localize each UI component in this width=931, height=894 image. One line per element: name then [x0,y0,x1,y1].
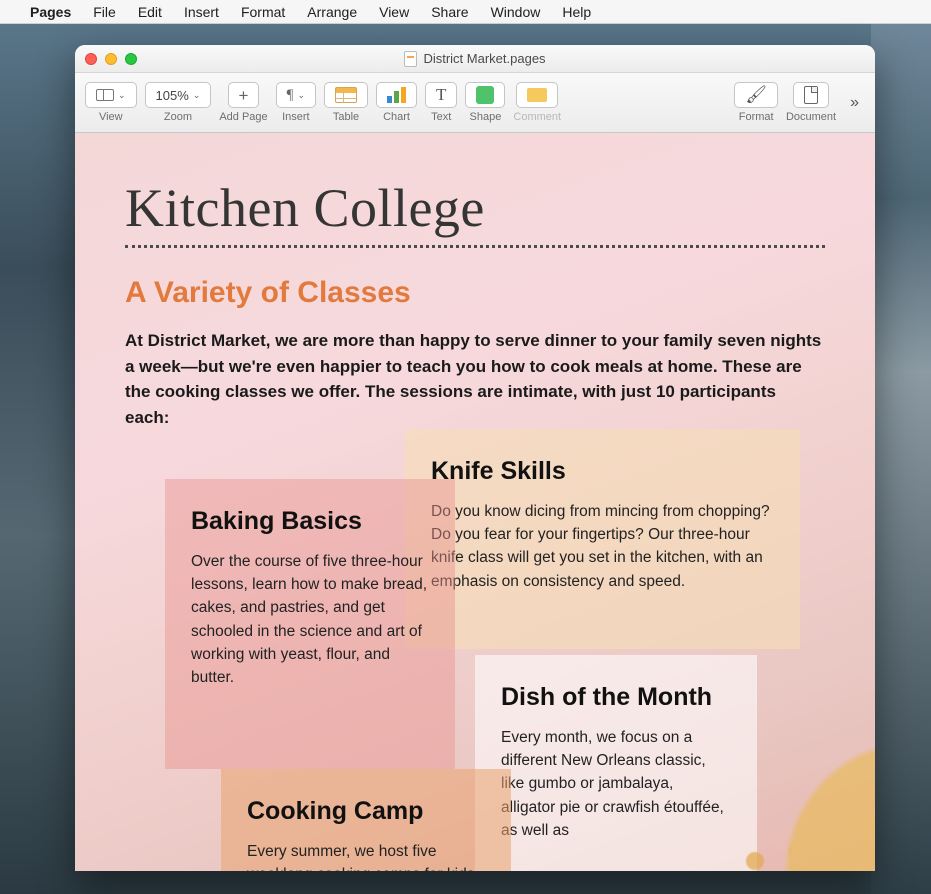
format-label: Format [739,111,774,123]
zoom-button[interactable]: 105% ⌄ [145,82,212,108]
insert-label: Insert [282,111,310,123]
add-page-label: Add Page [219,111,267,123]
document-canvas[interactable]: Kitchen College A Variety of Classes At … [75,133,875,871]
fullscreen-button[interactable] [125,53,137,65]
window-title: District Market.pages [75,51,875,67]
shape-button[interactable] [465,82,505,108]
tool-comment: Comment [513,82,561,123]
document-icon [404,51,417,67]
doc-title[interactable]: Kitchen College [125,177,825,239]
insert-button[interactable]: ¶ ⌄ [276,82,316,108]
text-button[interactable]: T [425,82,457,108]
menu-share[interactable]: Share [431,4,468,20]
tool-shape: Shape [465,82,505,123]
textbox-body[interactable]: Over the course of five three-hour lesso… [191,550,429,690]
table-button[interactable] [324,82,368,108]
menu-insert[interactable]: Insert [184,4,219,20]
menu-window[interactable]: Window [491,4,541,20]
table-icon [335,87,357,103]
textbox-body[interactable]: Do you know dicing from mincing from cho… [431,500,774,593]
format-button[interactable]: 🖌 [734,82,778,108]
textbox-title[interactable]: Baking Basics [191,507,429,536]
tool-view: ⌄ View [85,82,137,123]
textbox-title[interactable]: Cooking Camp [247,797,485,826]
chevron-down-icon: ⌄ [297,90,305,101]
textbox-baking-basics[interactable]: Baking Basics Over the course of five th… [165,479,455,769]
text-label: Text [431,111,451,123]
tool-text: T Text [425,82,457,123]
menu-format[interactable]: Format [241,4,285,20]
brush-icon: 🖌 [745,85,767,105]
toolbar-overflow-button[interactable]: » [844,94,865,112]
view-label: View [99,111,123,123]
menu-file[interactable]: File [93,4,116,20]
document-button[interactable] [793,82,829,108]
menu-app-name[interactable]: Pages [30,4,71,20]
tool-insert: ¶ ⌄ Insert [276,82,316,123]
tool-add-page: + Add Page [219,82,267,123]
window-titlebar[interactable]: District Market.pages [75,45,875,73]
chevron-down-icon: ⌄ [118,90,126,101]
menu-view[interactable]: View [379,4,409,20]
paragraph-icon: ¶ [287,87,294,104]
shape-icon [476,86,494,104]
desktop-background [871,24,931,894]
comment-icon [527,88,547,102]
zoom-value: 105% [156,88,189,103]
document-label: Document [786,111,836,123]
menu-help[interactable]: Help [562,4,591,20]
toolbar: ⌄ View 105% ⌄ Zoom + Add Page ¶ ⌄ Insert [75,73,875,133]
dotted-divider [125,245,825,248]
add-page-button[interactable]: + [228,82,260,108]
system-menubar: Pages File Edit Insert Format Arrange Vi… [0,0,931,24]
minimize-button[interactable] [105,53,117,65]
textbox-body[interactable]: Every summer, we host five weeklong cook… [247,840,485,871]
chevron-down-icon: ⌄ [193,90,201,101]
table-label: Table [333,111,359,123]
zoom-label: Zoom [164,111,192,123]
traffic-lights [85,53,137,65]
tool-table: Table [324,82,368,123]
view-button[interactable]: ⌄ [85,82,137,108]
close-button[interactable] [85,53,97,65]
chart-label: Chart [383,111,410,123]
menu-arrange[interactable]: Arrange [307,4,357,20]
tool-format: 🖌 Format [734,82,778,123]
text-icon: T [436,85,446,105]
chart-button[interactable] [376,82,417,108]
textbox-title[interactable]: Knife Skills [431,457,774,486]
plus-icon: + [239,87,249,104]
comment-button[interactable] [516,82,558,108]
view-icon [96,89,114,101]
tool-zoom: 105% ⌄ Zoom [145,82,212,123]
textbox-knife-skills[interactable]: Knife Skills Do you know dicing from min… [405,429,800,649]
menu-edit[interactable]: Edit [138,4,162,20]
document-icon [804,86,818,104]
doc-intro[interactable]: At District Market, we are more than hap… [125,328,825,430]
chart-icon [387,87,406,103]
pages-window: District Market.pages ⌄ View 105% ⌄ Zoom… [75,45,875,871]
comment-label: Comment [513,111,561,123]
textbox-cooking-camp[interactable]: Cooking Camp Every summer, we host five … [221,769,511,871]
shape-label: Shape [470,111,502,123]
window-title-text: District Market.pages [423,51,545,66]
decorative-image [675,671,875,871]
doc-subheading[interactable]: A Variety of Classes [125,276,825,310]
tool-document: Document [786,82,836,123]
tool-chart: Chart [376,82,417,123]
